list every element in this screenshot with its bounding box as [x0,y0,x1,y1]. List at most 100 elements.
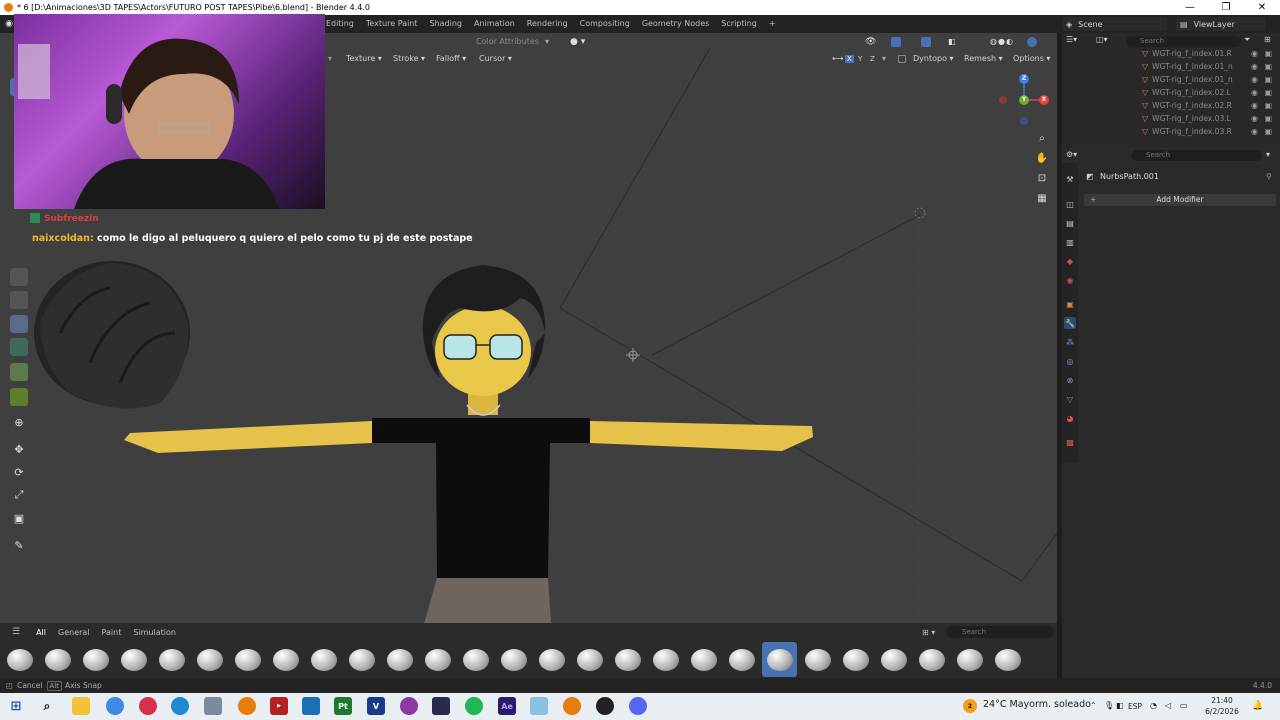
render-icon[interactable]: ▣ [1264,62,1272,71]
scene-tab-icon[interactable]: ◆ [1064,255,1076,267]
mirror-y-toggle[interactable]: Y [858,55,862,63]
gizmo-x-label[interactable]: X [1040,95,1048,105]
brush-thumbnail[interactable] [154,642,189,677]
move-tool-icon[interactable]: ✥ [10,440,28,458]
xray-toggle-icon[interactable]: ◧ [948,37,956,46]
battery-icon[interactable]: ▭ [1180,701,1188,710]
asset-tab-simulation[interactable]: Simulation [127,628,182,637]
tab-animation[interactable]: Animation [468,15,521,33]
app-icon[interactable] [204,697,222,715]
visibility-icon[interactable]: ◉ [1251,49,1258,58]
scale-tool-icon[interactable]: ⤢ [10,486,28,504]
photos-icon[interactable] [302,697,320,715]
tab-shading[interactable]: Shading [424,15,469,33]
box-hide-tool-icon[interactable] [10,291,28,309]
dyntopo-menu[interactable]: Dyntopo ▾ [907,54,960,63]
close-button[interactable]: ✕ [1244,0,1280,15]
mic-icon[interactable]: 🎙 [1104,701,1114,710]
render-icon[interactable]: ▣ [1264,49,1272,58]
render-icon[interactable]: ▣ [1264,114,1272,123]
app-icon[interactable] [530,697,548,715]
stroke-menu[interactable]: Stroke ▾ [387,54,431,63]
brush-thumbnail[interactable] [534,642,569,677]
opera-icon[interactable] [139,697,157,715]
tab-texture-paint[interactable]: Texture Paint [360,15,424,33]
tab-editing[interactable]: Editing [320,15,360,33]
app-icon[interactable] [432,697,450,715]
overlay-toggle-icon[interactable] [921,36,931,47]
color-attributes-menu[interactable]: Color Attributes [470,37,545,46]
brush-thumbnail[interactable] [610,642,645,677]
brush-thumbnail[interactable] [230,642,265,677]
brush-thumbnail[interactable] [78,642,113,677]
constraints-tab-icon[interactable]: ⊗ [1064,374,1076,386]
falloff-menu[interactable]: Falloff ▾ [430,54,472,63]
physics-tab-icon[interactable]: ◎ [1064,355,1076,367]
display-mode-dropdown[interactable]: ● ▾ [570,37,585,47]
brush-thumbnail[interactable] [382,642,417,677]
after-effects-icon[interactable]: Ae [498,697,516,715]
discord-icon[interactable] [629,697,647,715]
filter-icon[interactable]: ⏷ [1244,35,1250,45]
object-tab-icon[interactable]: ▣ [1064,298,1076,310]
render-icon[interactable]: ▣ [1264,127,1272,136]
brush-thumbnail[interactable] [914,642,949,677]
mirror-x-toggle[interactable]: X [845,54,854,63]
brush-thumbnail[interactable] [496,642,531,677]
rendered-shading-icon[interactable] [1027,36,1037,47]
world-tab-icon[interactable]: ◉ [1064,274,1076,286]
texture-menu[interactable]: Texture ▾ [340,54,388,63]
tab-geometry-nodes[interactable]: Geometry Nodes [636,15,715,33]
shading-mode-icons[interactable]: ◍●◐ [990,37,1014,46]
gizmo-y-label[interactable]: Y [1020,95,1028,105]
outliner-display-mode-icon[interactable]: ◫▾ [1096,35,1108,44]
asset-tab-paint[interactable]: Paint [96,628,128,637]
tab-rendering[interactable]: Rendering [521,15,574,33]
brush-thumbnail[interactable] [458,642,493,677]
data-tab-icon[interactable]: ▽ [1064,393,1076,405]
brush-thumbnail[interactable] [838,642,873,677]
tab-compositing[interactable]: Compositing [574,15,636,33]
brush-thumbnail[interactable] [268,642,303,677]
windows-start-icon[interactable]: ⊞ [7,697,25,715]
visibility-icon[interactable]: ◉ [1251,101,1258,110]
texture-tab-icon[interactable]: ▩ [1064,436,1076,448]
brush-thumbnail[interactable] [344,642,379,677]
brush-thumbnail[interactable] [990,642,1025,677]
material-tab-icon[interactable]: ◕ [1064,412,1076,424]
tab-scripting[interactable]: Scripting [715,15,763,33]
scene-selector[interactable]: ◈ Scene [1062,17,1167,31]
modifiers-tab-icon[interactable]: 🔧 [1064,317,1076,329]
visibility-icon[interactable]: ◉ [1251,88,1258,97]
brush-thumbnail[interactable] [116,642,151,677]
brush-thumbnail[interactable] [572,642,607,677]
line-project-tool-icon[interactable] [10,363,28,381]
weather-badge[interactable]: 2 [963,699,977,713]
network-icon[interactable]: ◧ [1116,701,1124,710]
annotate-tool-icon[interactable]: ✎ [10,536,28,554]
trim-tool-icon[interactable] [10,338,28,356]
grid-view-icon[interactable]: ⊞ ▾ [922,628,935,637]
wifi-icon[interactable]: ◔ [1150,701,1157,710]
vscode-icon[interactable]: V [367,697,385,715]
list-item[interactable]: ▽ WGT-rig_f_index.01_n ◉ ▣ [1062,73,1280,86]
properties-editor-type-icon[interactable]: ⚙▾ [1066,150,1077,159]
chrome-icon[interactable] [106,697,124,715]
pan-hand-icon[interactable]: ✋ [1035,151,1049,165]
dyntopo-checkbox[interactable] [898,54,906,63]
brush-thumbnail[interactable] [40,642,75,677]
particles-tab-icon[interactable]: ⁂ [1064,336,1076,348]
video-app-icon[interactable]: ▶ [270,697,288,715]
zoom-icon[interactable]: ⌕ [1035,131,1049,145]
pin-icon[interactable]: ⚲ [1266,172,1272,181]
volume-icon[interactable]: ◁ [1165,701,1171,710]
outliner-search-input[interactable]: Search [1126,36,1241,47]
tray-chevron-icon[interactable]: ⌃ [1090,701,1097,710]
brush-thumbnail[interactable] [876,642,911,677]
asset-tab-general[interactable]: General [52,628,96,637]
symmetry-icon[interactable]: ⟷ [832,54,843,63]
properties-search-input[interactable]: Search [1132,150,1262,161]
render-icon[interactable]: ▣ [1264,101,1272,110]
mask-tool-icon[interactable] [10,268,28,286]
render-tab-icon[interactable]: ◫ [1064,198,1076,210]
